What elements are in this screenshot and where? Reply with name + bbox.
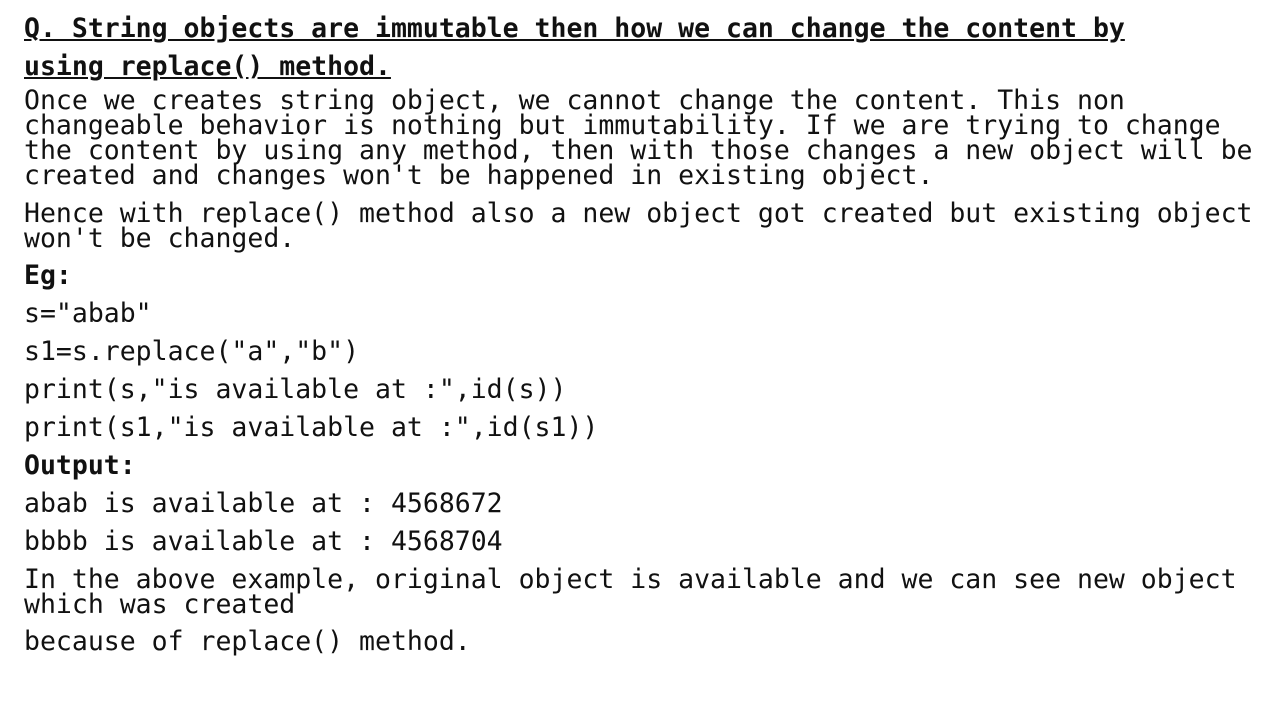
question-title-line-2: using replace() method. — [24, 51, 391, 82]
conclusion-tail: because of replace() method. — [24, 626, 471, 657]
replace-paragraph: Hence with replace() method also a new o… — [24, 198, 1253, 254]
code-line: print(s,"is available at :",id(s)) — [24, 374, 567, 405]
code-line: print(s1,"is available at :",id(s1)) — [24, 412, 599, 443]
document-page: Q. String objects are immutable then how… — [24, 10, 1264, 661]
output-label: Output: — [24, 450, 136, 481]
conclusion-paragraph: In the above example, original object is… — [24, 564, 1237, 620]
output-line: abab is available at : 4568672 — [24, 488, 503, 519]
immutability-paragraph: Once we creates string object, we cannot… — [24, 85, 1253, 191]
question-title-line-1: Q. String objects are immutable then how… — [24, 13, 1125, 44]
code-line: s="abab" — [24, 298, 152, 329]
code-line: s1=s.replace("a","b") — [24, 336, 360, 367]
example-label: Eg: — [24, 260, 72, 291]
output-line: bbbb is available at : 4568704 — [24, 526, 503, 557]
